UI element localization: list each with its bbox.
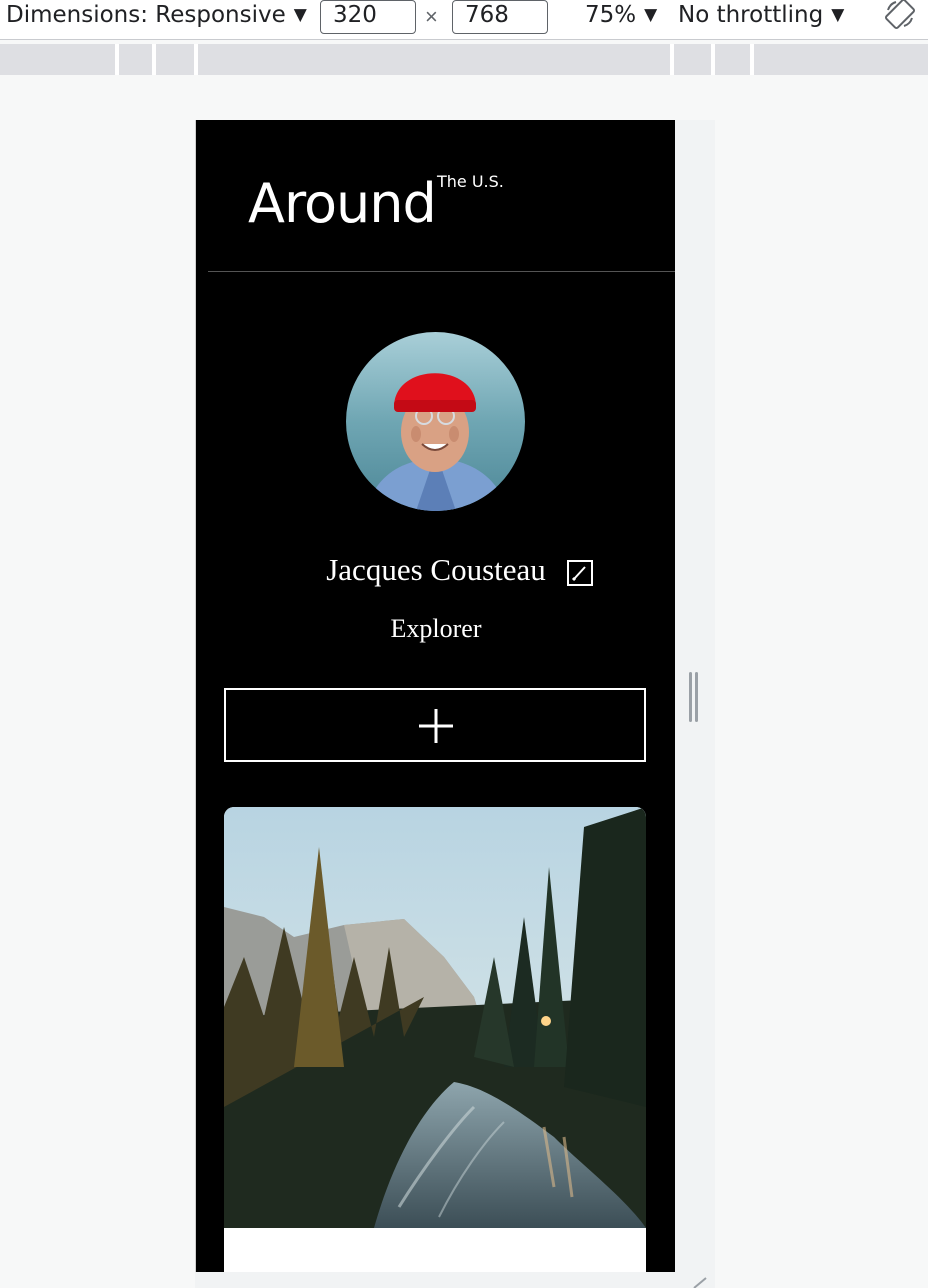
logo: Around — [248, 172, 437, 235]
zoom-label: 75% — [585, 2, 637, 28]
ruler-tick — [194, 44, 198, 75]
dimensions-label: Dimensions: Responsive — [6, 2, 286, 28]
profile-name-row: Jacques Cousteau — [196, 552, 675, 588]
header-divider — [208, 271, 675, 272]
profile-avatar[interactable] — [346, 332, 525, 511]
ruler-tick — [670, 44, 674, 75]
pencil-icon — [571, 566, 586, 582]
height-input[interactable]: 768 — [452, 0, 548, 34]
resize-handle-right[interactable] — [689, 672, 699, 722]
zoom-arrow-icon: ▼ — [644, 5, 658, 25]
avatar-photo-icon — [346, 332, 525, 511]
rotate-icon[interactable] — [884, 0, 916, 30]
media-query-ruler[interactable] — [0, 44, 928, 75]
place-card — [224, 807, 646, 1272]
devtools-device-toolbar: Dimensions: Responsive ▼ 320 × 768 75% ▼ N… — [0, 0, 928, 40]
add-card-button[interactable] — [224, 688, 646, 762]
zoom-dropdown[interactable]: 75% ▼ — [585, 2, 657, 28]
ruler-tick — [750, 44, 754, 75]
card-image[interactable] — [224, 807, 646, 1228]
viewport-bottom-gutter — [195, 1272, 715, 1288]
plus-icon — [419, 709, 453, 743]
times-icon: × — [425, 4, 438, 29]
profile-job: Explorer — [390, 614, 482, 643]
throttling-arrow-icon: ▼ — [831, 5, 845, 25]
throttling-dropdown[interactable]: No throttling ▼ — [678, 2, 844, 28]
dimensions-dropdown[interactable]: Dimensions: Responsive ▼ — [6, 2, 307, 28]
throttling-label: No throttling — [678, 2, 824, 28]
resize-corner-icon[interactable] — [690, 1276, 710, 1288]
device-viewport: Around The U.S. Jacques Cousteau Explore… — [195, 120, 675, 1272]
width-input[interactable]: 320 — [320, 0, 416, 34]
ruler-tick — [711, 44, 715, 75]
logo-subtitle: The U.S. — [437, 172, 504, 191]
edit-profile-button[interactable] — [567, 560, 593, 586]
dimensions-arrow-icon: ▼ — [293, 5, 307, 25]
ruler-tick — [152, 44, 156, 75]
profile-name: Jacques Cousteau — [326, 552, 546, 587]
ruler-tick — [115, 44, 119, 75]
